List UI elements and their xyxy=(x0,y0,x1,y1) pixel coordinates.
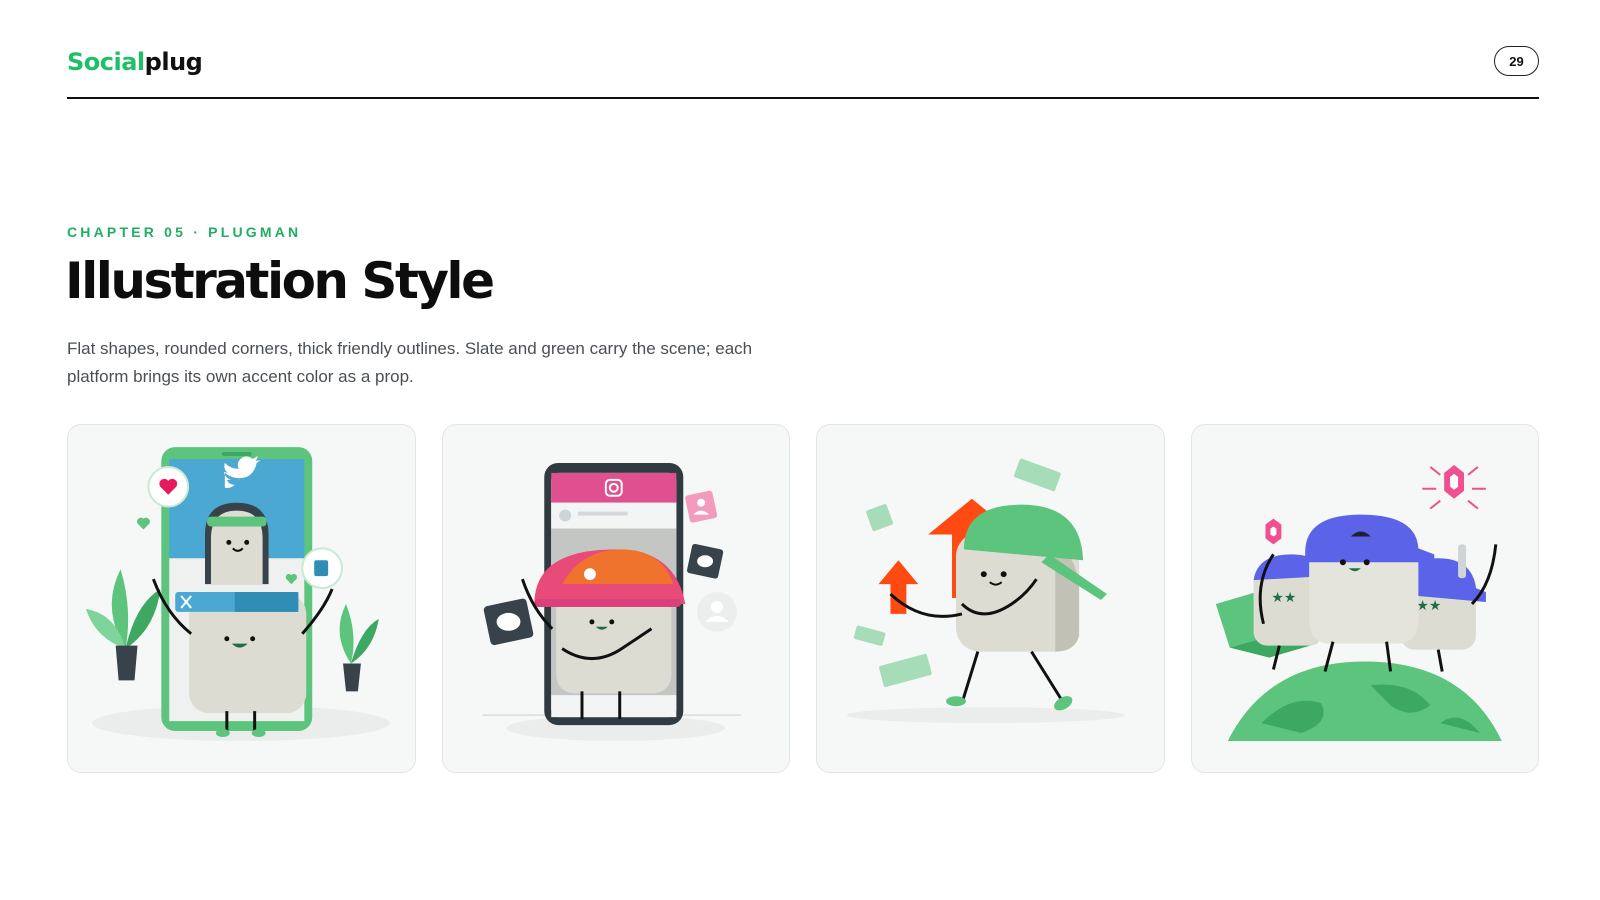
illustration-card-instagram xyxy=(441,424,790,773)
illustration-card-twitter xyxy=(67,424,416,773)
plant-left-icon xyxy=(85,569,161,681)
header-divider xyxy=(67,97,1539,99)
profile-icon xyxy=(684,490,717,523)
chat-bubble-small-icon xyxy=(686,543,723,579)
chapter-eyebrow: CHAPTER 05 · PLUGMAN xyxy=(67,224,302,240)
share-icon xyxy=(301,547,344,590)
svg-text:★★: ★★ xyxy=(1416,598,1441,614)
plugman-globe-illustration: ★★ ★★ xyxy=(1215,464,1502,741)
plugman-twitter-illustration xyxy=(85,447,390,741)
plant-right-icon xyxy=(339,603,379,692)
globe-icon xyxy=(1227,661,1502,741)
header: Socialplug 29 xyxy=(67,44,1539,100)
illustration-gallery: ★★ ★★ xyxy=(67,424,1539,773)
page-title: Illustration Style xyxy=(65,252,495,310)
page-number-badge: 29 xyxy=(1494,46,1539,76)
illustration-card-growth xyxy=(816,424,1165,773)
heart-icon xyxy=(147,465,190,508)
svg-text:★★: ★★ xyxy=(1271,590,1296,606)
logo-plug: plug xyxy=(144,48,203,76)
logo-social: Social xyxy=(67,48,145,76)
illustration-card-globe: ★★ ★★ xyxy=(1190,424,1539,773)
plugman-growth-illustration xyxy=(846,458,1125,724)
gem-icon xyxy=(1421,464,1486,510)
chat-bubble-icon xyxy=(483,598,533,646)
page-description: Flat shapes, rounded corners, thick frie… xyxy=(67,339,753,386)
avatar-icon xyxy=(696,592,737,632)
socialplug-logo[interactable]: Socialplug xyxy=(67,48,203,76)
gem-small-icon xyxy=(1264,518,1281,545)
plugman-instagram-illustration xyxy=(482,462,741,741)
